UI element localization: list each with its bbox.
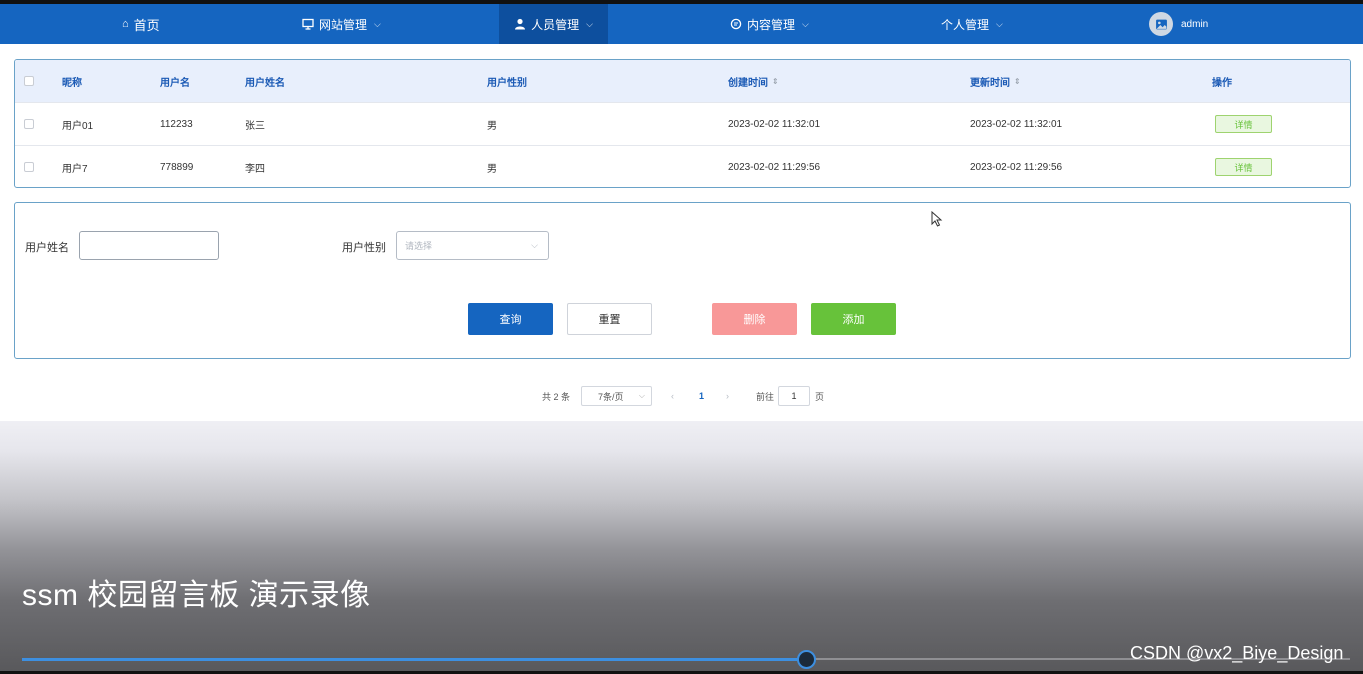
nav-home-label: 首页 [133,17,160,33]
name-input[interactable] [79,231,219,260]
search-panel: 用户姓名 用户性别 请选择 ⌵ 查询 重置 删除 添加 [14,202,1351,359]
cell-nickname: 用户01 [62,120,94,132]
cell-username: 778899 [160,161,194,173]
query-button[interactable]: 查询 [468,303,553,335]
video-caption: ssm 校园留言板 演示录像 [22,579,371,612]
gender-select-placeholder: 请选择 [405,241,433,251]
user-table: 昵称 用户名 用户姓名 用户性别 创建时间 ⇕ 更新时间 ⇕ 操作 用户01 112… [14,59,1351,188]
avatar [1149,12,1173,36]
screen: ⌂ 首页 网站管理 ⌵ 人员管理 ⌵ 内容管理 ⌵ 个人管理 ⌵ admin 昵… [0,0,1363,674]
cell-realname: 李四 [245,163,265,175]
cell-username: 112233 [160,118,193,130]
row-checkbox[interactable] [24,103,34,145]
pager-total: 共 2 条 [542,391,571,402]
nav-personal-management[interactable]: 个人管理 ⌵ [941,4,1003,44]
chevron-down-icon: ⌵ [374,18,381,29]
top-nav: ⌂ 首页 网站管理 ⌵ 人员管理 ⌵ 内容管理 ⌵ 个人管理 ⌵ admin [0,4,1363,44]
video-progress-fill [22,658,806,661]
page-size-select[interactable]: 7条/页 ⌵ [581,386,652,406]
name-label: 用户姓名 [25,242,69,254]
page-unit: 页 [815,391,825,402]
home-icon: ⌂ [122,18,129,30]
col-created[interactable]: 创建时间 ⇕ [728,60,779,102]
nav-people-management[interactable]: 人员管理 ⌵ [499,4,608,44]
nav-content-label: 内容管理 [747,17,796,32]
prev-page-icon[interactable]: ‹ [671,386,674,406]
col-action: 操作 [1212,77,1232,89]
nav-site-label: 网站管理 [319,17,368,32]
nav-home[interactable]: ⌂ 首页 [122,4,160,44]
table-header: 昵称 用户名 用户姓名 用户性别 创建时间 ⇕ 更新时间 ⇕ 操作 [15,60,1350,102]
col-created-label: 创建时间 [728,77,768,89]
cell-gender: 男 [487,163,497,175]
user-icon [515,18,526,30]
watermark: CSDN @vx2_Biye_Design [1130,643,1344,663]
user-menu[interactable]: admin [1149,4,1208,44]
chevron-down-icon: ⌵ [586,18,593,29]
nav-people-label: 人员管理 [531,17,580,32]
reset-button[interactable]: 重置 [567,303,652,335]
chevron-down-icon: ⌵ [531,240,538,250]
col-gender: 用户性别 [487,77,527,89]
col-realname: 用户姓名 [245,77,285,89]
cell-realname: 张三 [245,120,265,132]
detail-button[interactable]: 详情 [1215,158,1272,176]
monitor-icon [302,18,314,30]
goto-input[interactable]: 1 [778,386,810,406]
add-button[interactable]: 添加 [811,303,896,335]
chat-icon [730,18,742,30]
cell-created: 2023-02-02 11:29:56 [728,161,821,173]
table-row: 用户01 112233 张三 男 2023-02-02 11:32:01 202… [15,102,1350,145]
image-icon [1155,19,1167,29]
col-updated-label: 更新时间 [970,77,1010,89]
col-updated[interactable]: 更新时间 ⇕ [970,60,1021,102]
checkbox[interactable] [24,76,34,86]
col-nickname: 昵称 [62,77,82,89]
cell-created: 2023-02-02 11:32:01 [728,118,821,130]
mouse-cursor-icon [931,211,943,227]
checkbox[interactable] [24,119,34,129]
cell-gender: 男 [487,120,497,132]
cell-updated: 2023-02-02 11:32:01 [970,118,1063,130]
sort-icon[interactable]: ⇕ [1014,77,1021,86]
delete-button[interactable]: 删除 [712,303,797,335]
sort-icon[interactable]: ⇕ [772,77,779,86]
page-size-value: 7条/页 [598,391,624,402]
nav-personal-label: 个人管理 [941,17,990,32]
table-row: 用户7 778899 李四 男 2023-02-02 11:29:56 2023… [15,145,1350,187]
gender-select[interactable]: 请选择 ⌵ [396,231,549,260]
checkbox[interactable] [24,162,34,172]
page-number[interactable]: 1 [699,386,704,406]
chevron-down-icon: ⌵ [996,18,1003,29]
select-all-checkbox[interactable] [24,60,34,102]
username-label: admin [1181,18,1209,30]
nav-content-management[interactable]: 内容管理 ⌵ [730,4,809,44]
next-page-icon[interactable]: › [726,386,729,406]
nav-site-management[interactable]: 网站管理 ⌵ [302,4,381,44]
chevron-down-icon: ⌵ [638,391,645,400]
video-progress-handle[interactable] [797,650,816,669]
gender-label: 用户性别 [342,242,386,254]
cell-updated: 2023-02-02 11:29:56 [970,161,1063,173]
col-username: 用户名 [160,77,190,89]
row-checkbox[interactable] [24,146,34,187]
goto-label: 前往 [756,391,775,402]
cell-nickname: 用户7 [62,163,88,175]
detail-button[interactable]: 详情 [1215,115,1272,133]
chevron-down-icon: ⌵ [802,18,809,29]
video-overlay [0,421,1363,674]
